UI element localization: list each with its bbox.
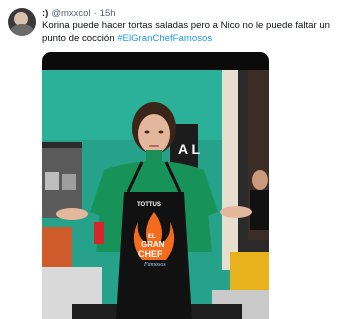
- sleeve-patch: [94, 222, 104, 244]
- mouth: [149, 145, 159, 147]
- tweet-card[interactable]: :) @mxxcol · 15h Korina puede hacer tort…: [0, 0, 350, 319]
- neck-collar: [146, 150, 162, 162]
- apron-logo-chef: CHEF: [138, 249, 163, 259]
- sign-letters: A L: [178, 141, 200, 157]
- tweet-media-video[interactable]: A L TOTTUS EL GRAN CHEF Famosos: [42, 52, 269, 319]
- right-hand: [220, 206, 252, 218]
- media-frame: A L TOTTUS EL GRAN CHEF Famosos: [42, 70, 269, 319]
- tweet-text: Korina puede hacer tortas saladas pero a…: [42, 20, 342, 45]
- separator-dot: ·: [93, 8, 97, 19]
- eye-left: [144, 130, 150, 134]
- left-counter-item: [42, 227, 72, 267]
- apron-logo-gran: GRAN: [141, 240, 165, 249]
- avatar[interactable]: [8, 8, 36, 36]
- pot-2: [62, 174, 76, 190]
- tweet-header: :) @mxxcol · 15h: [42, 8, 116, 19]
- avatar-body: [10, 24, 34, 36]
- bg-person-body: [250, 190, 269, 230]
- bg-person-head: [252, 170, 268, 190]
- left-hand: [56, 208, 88, 220]
- shelf-top: [42, 142, 82, 148]
- apron-brand: TOTTUS: [137, 202, 161, 208]
- author-handle[interactable]: @mxxcol: [51, 8, 90, 19]
- tweet-time[interactable]: 15h: [100, 8, 116, 19]
- pillar: [222, 70, 238, 270]
- author-name[interactable]: :): [42, 8, 48, 19]
- eye-right: [158, 130, 164, 134]
- face: [138, 114, 170, 154]
- apron-logo-famosos: Famosos: [143, 262, 166, 268]
- pot-1: [45, 172, 59, 190]
- hashtag-link[interactable]: #ElGranChefFamosos: [117, 33, 212, 44]
